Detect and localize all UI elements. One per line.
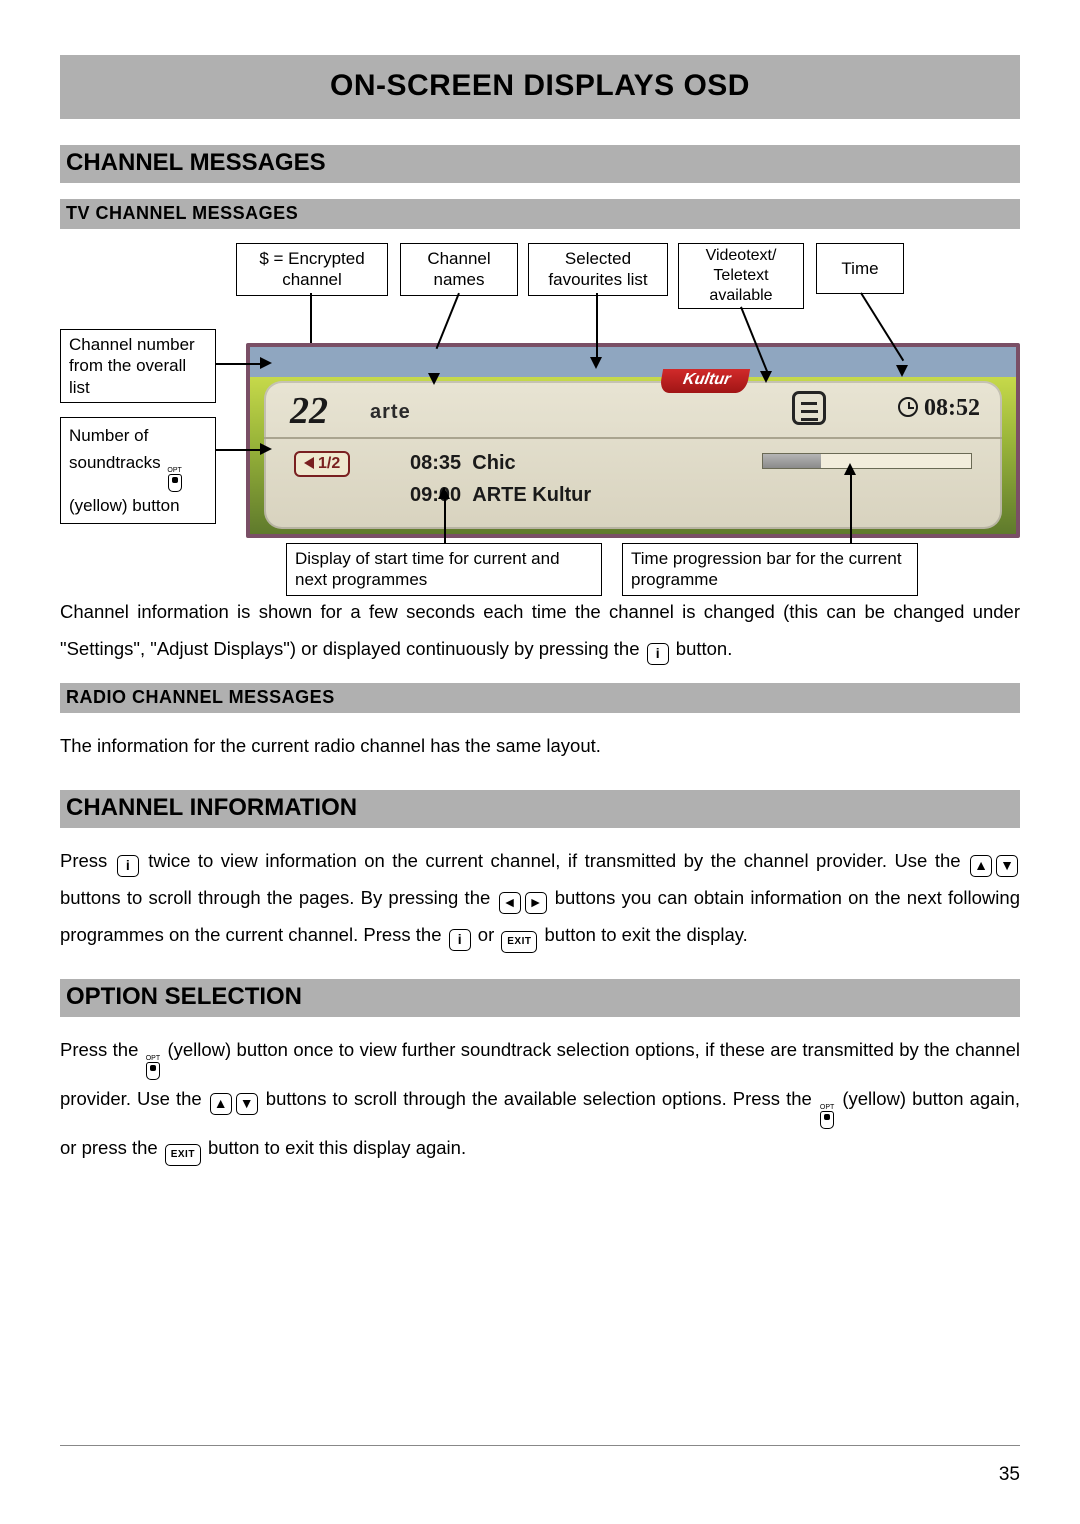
label-time: Time — [816, 243, 904, 294]
paragraph-radio: The information for the current radio ch… — [60, 727, 1020, 764]
paragraph-channel-information: Press i twice to view information on the… — [60, 842, 1020, 953]
exit-button-icon: EXIT — [165, 1144, 201, 1166]
up-button-icon: ▲ — [970, 855, 992, 877]
label-soundtracks-post: (yellow) button — [69, 496, 180, 515]
page-title: ON-SCREEN DISPLAYS OSD — [60, 55, 1020, 119]
info-button-icon: i — [449, 929, 471, 951]
info-button-icon: i — [117, 855, 139, 877]
heading-option-selection: OPTION SELECTION — [60, 979, 1020, 1017]
left-button-icon: ◄ — [499, 892, 521, 914]
clock-icon — [898, 397, 918, 417]
osd-soundtrack-count: 1/2 — [294, 451, 350, 477]
paragraph-channel-info: Channel information is shown for a few s… — [60, 593, 1020, 667]
opt-icon: OPT — [167, 467, 181, 492]
teletext-icon — [792, 391, 826, 425]
page-number: 35 — [999, 1464, 1020, 1486]
heading-radio-channel-messages: RADIO CHANNEL MESSAGES — [60, 683, 1020, 713]
down-button-icon: ▼ — [236, 1093, 258, 1115]
osd-channel-name: arte — [370, 401, 411, 424]
exit-button-icon: EXIT — [501, 931, 537, 953]
opt-icon: OPT — [146, 1055, 160, 1080]
speaker-icon — [304, 457, 314, 469]
info-button-icon: i — [647, 643, 669, 665]
label-favourites: Selected favourites list — [528, 243, 668, 296]
right-button-icon: ► — [525, 892, 547, 914]
label-soundtracks-pre: Number of soundtracks — [69, 426, 165, 472]
label-channel-names: Channel names — [400, 243, 518, 296]
osd-progress-bar — [762, 453, 972, 469]
osd-channel-number: 22 — [290, 389, 328, 433]
heading-tv-channel-messages: TV CHANNEL MESSAGES — [60, 199, 1020, 229]
osd-time: 08:52 — [898, 395, 980, 422]
osd-programme-list: 08:35 Chic 09:00 ARTE Kultur — [410, 447, 591, 511]
label-start-time: Display of start time for current and ne… — [286, 543, 602, 596]
osd-diagram: $ = Encrypted channel Channel names Sele… — [60, 243, 1020, 593]
label-channel-number: Channel number from the overall list — [60, 329, 216, 403]
paragraph-option-selection: Press the OPT (yellow) button once to vi… — [60, 1031, 1020, 1166]
heading-channel-information: CHANNEL INFORMATION — [60, 790, 1020, 828]
up-button-icon: ▲ — [210, 1093, 232, 1115]
label-soundtracks: Number of soundtracks OPT (yellow) butto… — [60, 417, 216, 524]
label-encrypted: $ = Encrypted channel — [236, 243, 388, 296]
label-teletext: Videotext/ Teletext available — [678, 243, 804, 309]
osd-favourite-badge: Kultur — [659, 369, 750, 393]
label-progress: Time progression bar for the current pro… — [622, 543, 918, 596]
opt-icon: OPT — [820, 1104, 834, 1129]
footer-rule — [60, 1445, 1020, 1446]
down-button-icon: ▼ — [996, 855, 1018, 877]
heading-channel-messages: CHANNEL MESSAGES — [60, 145, 1020, 183]
